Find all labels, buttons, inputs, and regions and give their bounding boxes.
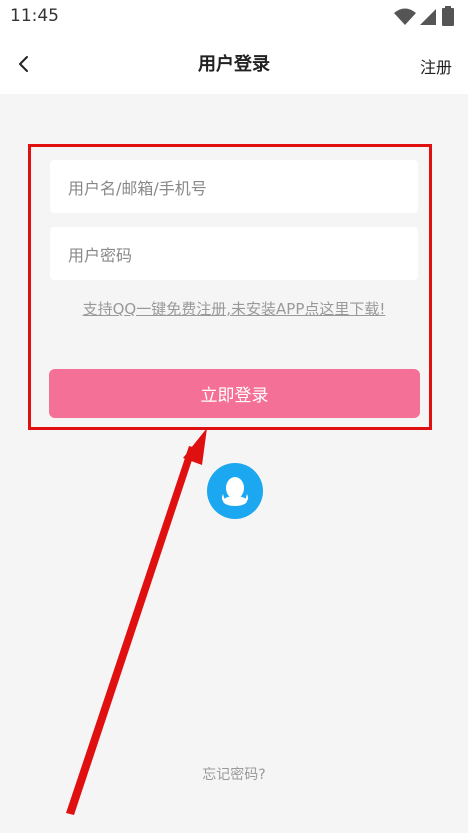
wifi-icon — [394, 8, 416, 25]
status-time: 11:45 — [10, 6, 59, 26]
app-bar: 用户登录 注册 — [0, 34, 468, 94]
battery-icon — [442, 8, 454, 26]
password-placeholder: 用户密码 — [68, 246, 133, 265]
register-link[interactable]: 注册 — [420, 54, 452, 78]
signal-icon — [420, 9, 436, 25]
status-bar: 11:45 — [0, 0, 468, 34]
qq-login-button[interactable] — [207, 463, 263, 519]
qq-penguin-icon — [221, 477, 249, 506]
forgot-password-link[interactable]: 忘记密码? — [0, 764, 468, 784]
status-icons — [394, 6, 454, 26]
qq-register-link[interactable]: 支持QQ一键免费注册,未安装APP点这里下载! — [52, 298, 416, 319]
login-button[interactable]: 立即登录 — [49, 369, 420, 418]
password-input[interactable]: 用户密码 — [50, 227, 418, 280]
username-placeholder: 用户名/邮箱/手机号 — [68, 179, 207, 198]
page-title: 用户登录 — [198, 54, 270, 75]
username-input[interactable]: 用户名/邮箱/手机号 — [50, 160, 418, 213]
